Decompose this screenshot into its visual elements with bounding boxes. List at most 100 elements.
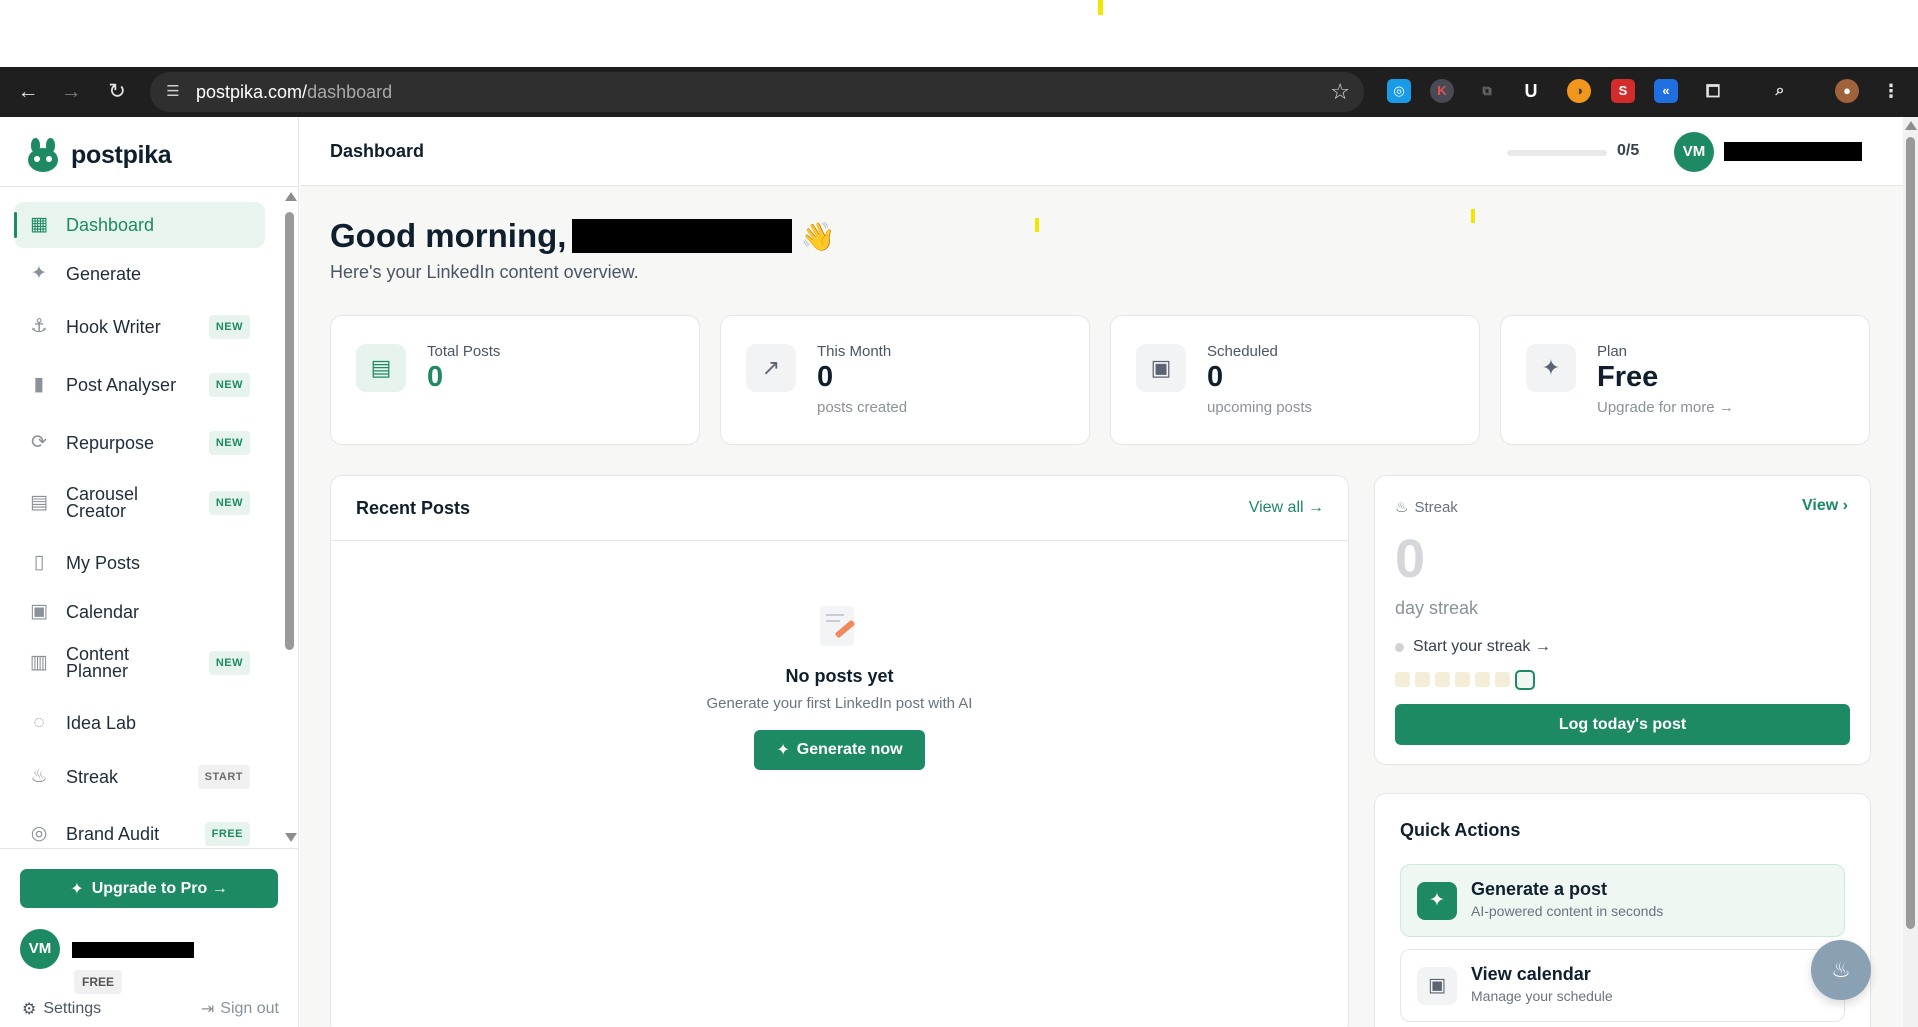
main-content: Dashboard 0/5 VM Good morning, 👋 Here's … — [300, 117, 1903, 1027]
top-header: Dashboard 0/5 VM — [300, 117, 1903, 186]
sidebar-item-hook-writer[interactable]: ⚓ Hook Writer NEW — [14, 304, 265, 350]
reload-icon[interactable]: ↻ — [102, 77, 132, 107]
streak-unit: day streak — [1395, 598, 1479, 618]
streak-day-today — [1515, 670, 1535, 690]
sidebar-scrollbar[interactable] — [283, 192, 297, 842]
top-strip — [0, 0, 1918, 67]
extension-s-icon[interactable]: S — [1611, 79, 1635, 103]
extension-rewind-icon[interactable]: « — [1654, 79, 1678, 103]
sidebar-item-repurpose[interactable]: ⟳ Repurpose NEW — [14, 420, 265, 466]
calendar-icon: ▣ — [1417, 967, 1457, 1005]
new-badge: NEW — [208, 431, 250, 455]
tab-search-icon[interactable]: ⌕ — [1768, 79, 1792, 103]
target-icon: ◎ — [30, 823, 48, 844]
browser-toolbar: ← → ↻ ☰ postpika.com/dashboard ☆ ◎ K ⧉ U… — [0, 67, 1918, 117]
avatar[interactable]: VM — [1674, 132, 1714, 172]
stat-card-this-month: ↗ This Month 0 posts created — [720, 315, 1090, 445]
document-icon: ▯ — [33, 552, 45, 573]
extension-orange-icon[interactable]: ◑ — [1567, 79, 1591, 103]
flame-icon: ♨ — [1395, 499, 1409, 516]
extension-blue-icon[interactable]: ◎ — [1387, 79, 1411, 103]
streak-count: 0 — [1395, 529, 1426, 589]
upgrade-button[interactable]: ✦ Upgrade to Pro → — [20, 869, 278, 908]
streak-view-link[interactable]: View › — [1802, 497, 1848, 515]
streak-day — [1395, 672, 1410, 687]
streak-card: ♨ Streak View › 0 day streak Start your … — [1374, 475, 1871, 765]
greeting-heading: Good morning, 👋 — [330, 217, 836, 254]
page-title: Dashboard — [330, 141, 425, 161]
recent-posts-header: Recent Posts View all → — [331, 476, 1348, 541]
profile-avatar-icon[interactable]: ● — [1835, 79, 1859, 103]
waving-hand-icon: 👋 — [800, 220, 836, 252]
postpika-logo-icon — [28, 138, 58, 172]
back-icon[interactable]: ← — [13, 77, 43, 107]
grid-icon: ▦ — [30, 214, 48, 235]
quick-actions-card: Quick Actions ✦ Generate a post AI-power… — [1374, 793, 1871, 1027]
status-dot — [1395, 642, 1404, 652]
streak-day — [1435, 672, 1450, 687]
anchor-icon: ⚓ — [30, 316, 48, 337]
page-scrollbar[interactable] — [1903, 117, 1918, 1027]
new-badge: NEW — [208, 373, 250, 397]
plan-badge: FREE — [74, 970, 123, 994]
streak-days — [1395, 670, 1535, 690]
redacted-user-name — [72, 942, 194, 958]
quick-action-generate-post[interactable]: ✦ Generate a post AI-powered content in … — [1400, 864, 1845, 937]
forward-icon[interactable]: → — [56, 77, 86, 107]
sparkles-icon: ✦ — [1417, 882, 1457, 920]
free-badge: FREE — [204, 822, 250, 846]
scroll-up-icon[interactable] — [285, 192, 297, 201]
brand[interactable]: postpika — [28, 135, 172, 175]
extension-copy-icon[interactable]: ⧉ — [1475, 79, 1499, 103]
extensions-puzzle-icon[interactable]: ⧠ — [1701, 79, 1725, 103]
url-text: postpika.com/dashboard — [196, 82, 393, 102]
extension-k-icon[interactable]: K — [1430, 79, 1454, 103]
extension-u-icon[interactable]: U — [1519, 79, 1543, 103]
stat-card-scheduled: ▣ Scheduled 0 upcoming posts — [1110, 315, 1480, 445]
lightbulb-icon: ◌ — [33, 712, 45, 733]
sidebar-item-post-analyser[interactable]: ▮ Post Analyser NEW — [14, 362, 265, 408]
calendar-icon: ▣ — [1136, 344, 1186, 392]
view-all-link[interactable]: View all → — [1249, 499, 1324, 517]
quick-action-view-calendar[interactable]: ▣ View calendar Manage your schedule — [1400, 949, 1845, 1022]
browser-menu-icon[interactable]: ⋮ — [1879, 79, 1903, 103]
sign-out-link[interactable]: ⇥ Sign out — [201, 999, 279, 1019]
start-streak-link[interactable]: Start your streak → — [1395, 638, 1551, 656]
sidebar-item-dashboard[interactable]: ▦ Dashboard — [14, 202, 265, 248]
highlight-mark — [1035, 218, 1039, 232]
address-bar[interactable]: ☰ postpika.com/dashboard ☆ — [150, 72, 1364, 112]
empty-state-title: No posts yet — [785, 666, 894, 686]
sidebar-item-idea-lab[interactable]: ◌ Idea Lab — [14, 700, 265, 746]
sidebar-item-calendar[interactable]: ▣ Calendar — [14, 589, 265, 635]
scrollbar-thumb[interactable] — [1906, 137, 1915, 929]
planner-icon: ▥ — [30, 652, 48, 673]
site-info-icon[interactable]: ☰ — [162, 81, 184, 103]
flame-fab-button[interactable]: ♨ — [1811, 940, 1871, 1000]
bookmark-star-icon[interactable]: ☆ — [1330, 79, 1350, 105]
sidebar-item-content-planner[interactable]: ▥ Content Planner NEW — [14, 638, 265, 688]
highlight-mark — [1098, 0, 1103, 15]
streak-day — [1415, 672, 1430, 687]
sparkles-icon: ✦ — [70, 880, 84, 898]
refresh-icon: ⟳ — [31, 432, 47, 453]
sidebar-item-carousel-creator[interactable]: ▤ Carousel Creator NEW — [14, 478, 265, 528]
start-badge: START — [197, 765, 250, 789]
scroll-up-icon[interactable] — [1905, 121, 1917, 130]
generate-now-button[interactable]: ✦ Generate now — [754, 730, 925, 770]
streak-day — [1455, 672, 1470, 687]
sidebar-item-my-posts[interactable]: ▯ My Posts — [14, 540, 265, 586]
sidebar-item-generate[interactable]: ✦ Generate — [14, 251, 265, 297]
stat-card-plan[interactable]: ✦ Plan Free Upgrade for more → — [1500, 315, 1870, 445]
memo-icon — [820, 606, 856, 646]
settings-link[interactable]: ⚙ Settings — [22, 999, 101, 1019]
sidebar-item-streak[interactable]: ♨ Streak START — [14, 754, 265, 800]
scrollbar-thumb[interactable] — [285, 212, 294, 650]
upgrade-link[interactable]: Upgrade for more → — [1597, 399, 1734, 416]
avatar[interactable]: VM — [20, 929, 60, 969]
document-icon: ▤ — [356, 344, 406, 392]
trending-up-icon: ↗ — [746, 344, 796, 392]
scroll-down-icon[interactable] — [285, 833, 297, 842]
new-badge: NEW — [208, 491, 250, 515]
log-post-button[interactable]: Log today's post — [1395, 704, 1850, 745]
sidebar-footer: ✦ Upgrade to Pro → VM FREE ⚙ Settings ⇥ … — [0, 848, 299, 1027]
